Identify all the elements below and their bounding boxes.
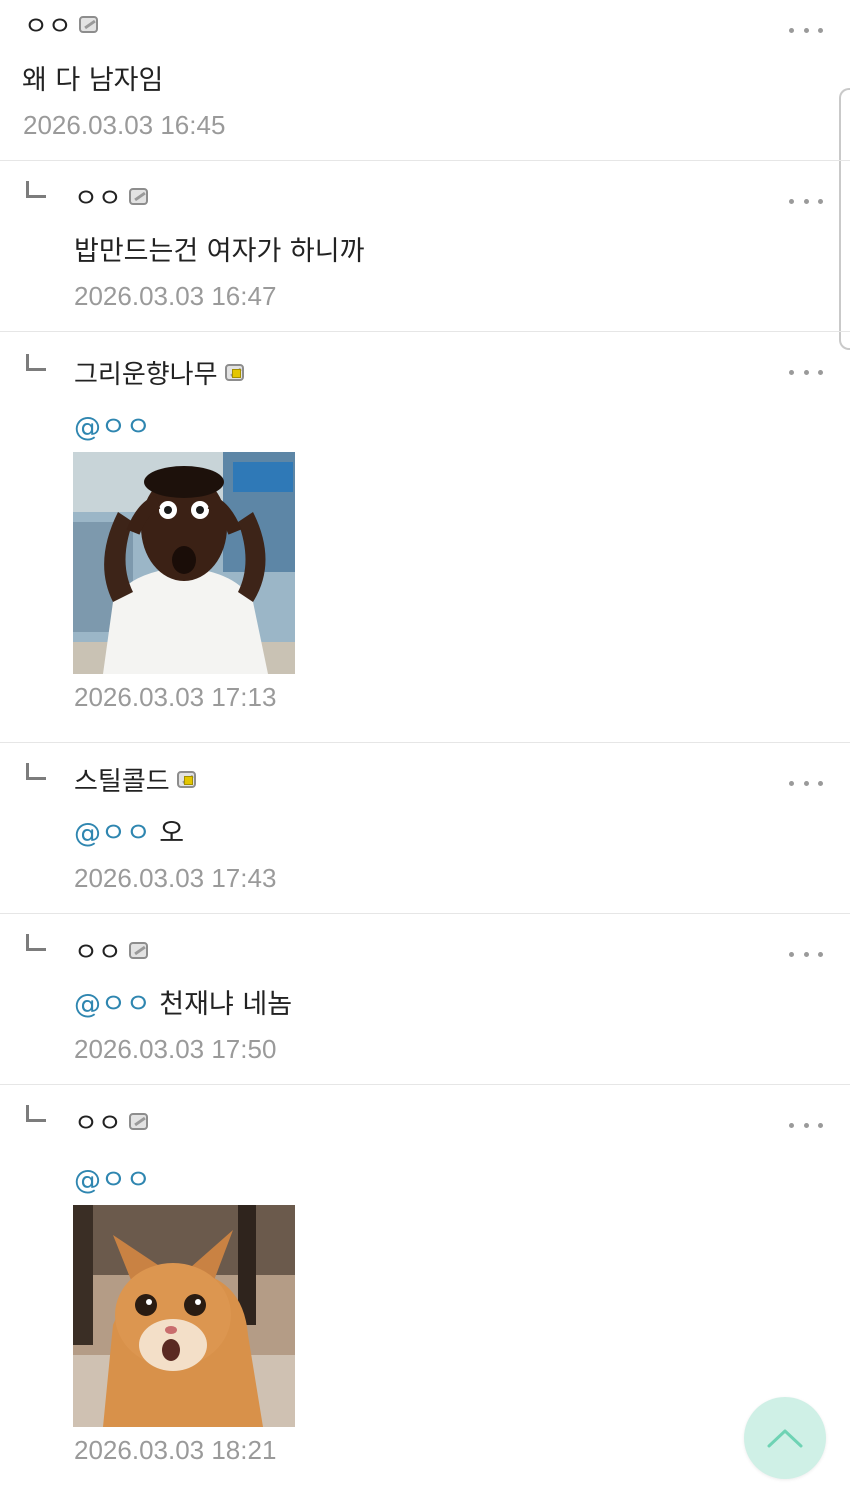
more-options-icon[interactable] bbox=[789, 949, 823, 959]
author-name[interactable]: ㅇㅇ bbox=[24, 6, 72, 43]
member-level-icon bbox=[128, 188, 148, 205]
comment-date: 2026.03.03 17:43 bbox=[74, 863, 277, 893]
more-options-icon[interactable] bbox=[789, 25, 823, 35]
chevron-up-icon bbox=[767, 1429, 803, 1448]
member-level-icon bbox=[128, 942, 148, 959]
mention-link[interactable]: @ㅇㅇ bbox=[74, 1158, 151, 1197]
comment-text: @ㅇㅇ 천재냐 네놈 bbox=[74, 982, 292, 1021]
reply-arrow-icon bbox=[26, 354, 46, 371]
comment-item: ㅇㅇ 왜 다 남자임 2026.03.03 16:45 bbox=[0, 0, 850, 161]
comment-body: 천재냐 네놈 bbox=[159, 989, 293, 1020]
reply-item: ㅇㅇ @ㅇㅇ 천재냐 네놈 2026.03.03 17:50 bbox=[0, 914, 850, 1085]
comment-author[interactable]: ㅇㅇ bbox=[74, 932, 148, 969]
comment-author[interactable]: ㅇㅇ bbox=[74, 1103, 148, 1140]
reply-item: 그리운향나무 @ㅇㅇ 2026.03.03 17:13 bbox=[0, 332, 850, 743]
mention-link[interactable]: @ㅇㅇ bbox=[74, 818, 151, 849]
comment-date: 2026.03.03 17:50 bbox=[74, 1034, 277, 1064]
mention-link[interactable]: @ㅇㅇ bbox=[74, 989, 151, 1020]
reply-item: 스틸콜드 @ㅇㅇ 오 2026.03.03 17:43 bbox=[0, 743, 850, 914]
member-level-icon bbox=[78, 16, 98, 33]
member-level-icon bbox=[128, 1113, 148, 1130]
more-options-icon[interactable] bbox=[789, 367, 823, 377]
comment-date: 2026.03.03 17:13 bbox=[74, 682, 277, 712]
comment-date: 2026.03.03 18:21 bbox=[74, 1435, 277, 1465]
comment-author[interactable]: 스틸콜드 bbox=[74, 761, 196, 798]
reply-arrow-icon bbox=[26, 763, 46, 780]
reply-item: ㅇㅇ @ㅇㅇ 2026.03.03 18:21 bbox=[0, 1085, 850, 1488]
scroll-to-top-button[interactable] bbox=[744, 1397, 826, 1479]
member-level-icon bbox=[176, 771, 196, 788]
author-name[interactable]: 스틸콜드 bbox=[74, 761, 170, 798]
member-level-icon bbox=[224, 364, 244, 381]
author-name[interactable]: 그리운향나무 bbox=[74, 354, 218, 391]
comment-date: 2026.03.03 16:47 bbox=[74, 281, 277, 311]
more-options-icon[interactable] bbox=[789, 196, 823, 206]
author-name[interactable]: ㅇㅇ bbox=[74, 1103, 122, 1140]
more-options-icon[interactable] bbox=[789, 778, 823, 788]
comment-body: 오 bbox=[159, 818, 185, 849]
shocked-cat-photo[interactable] bbox=[73, 1205, 295, 1427]
mention-link[interactable]: @ㅇㅇ bbox=[74, 405, 151, 444]
author-name[interactable]: ㅇㅇ bbox=[74, 932, 122, 969]
comment-date: 2026.03.03 16:45 bbox=[23, 110, 226, 140]
reply-arrow-icon bbox=[26, 1105, 46, 1122]
comment-text: 밥만드는건 여자가 하니까 bbox=[74, 236, 365, 267]
comment-author[interactable]: ㅇㅇ bbox=[24, 6, 98, 43]
comment-text: 왜 다 남자임 bbox=[22, 65, 164, 96]
author-name[interactable]: ㅇㅇ bbox=[74, 178, 122, 215]
reply-arrow-icon bbox=[26, 181, 46, 198]
comment-author[interactable]: 그리운향나무 bbox=[74, 354, 244, 391]
comment-text: @ㅇㅇ 오 bbox=[74, 811, 184, 850]
reply-arrow-icon bbox=[26, 934, 46, 951]
shocked-man-photo[interactable] bbox=[73, 452, 295, 674]
reply-item: ㅇㅇ 밥만드는건 여자가 하니까 2026.03.03 16:47 bbox=[0, 161, 850, 332]
comment-author[interactable]: ㅇㅇ bbox=[74, 178, 148, 215]
more-options-icon[interactable] bbox=[789, 1120, 823, 1130]
